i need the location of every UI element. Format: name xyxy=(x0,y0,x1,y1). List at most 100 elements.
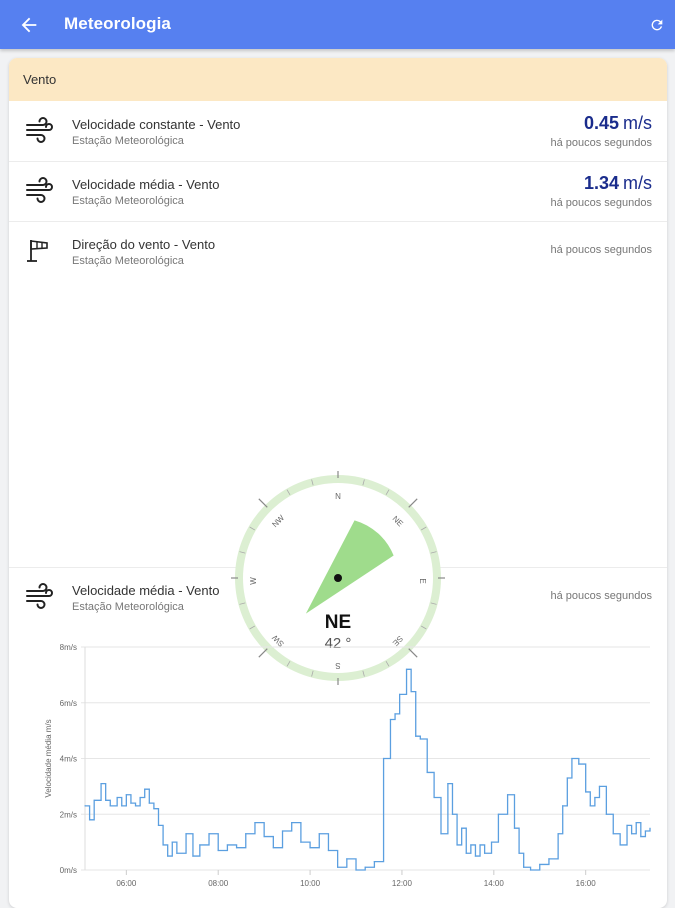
sensor-time: há poucos segundos xyxy=(550,137,652,149)
data-point xyxy=(557,833,559,835)
data-point xyxy=(513,827,516,829)
wind-card: Vento Velocidade constante - Vento Estaç… xyxy=(9,58,667,908)
data-point xyxy=(523,866,525,868)
app-bar: Meteorologia xyxy=(0,0,675,49)
data-point xyxy=(144,788,146,790)
data-point xyxy=(355,869,357,871)
section-title: Vento xyxy=(23,72,57,87)
wind-icon xyxy=(26,117,53,143)
arrow-left-icon[interactable] xyxy=(18,14,40,36)
data-point xyxy=(566,777,568,779)
data-point xyxy=(399,693,401,695)
data-point xyxy=(585,791,587,793)
data-point xyxy=(497,813,500,815)
y-tick-label: 8m/s xyxy=(60,643,77,652)
data-point xyxy=(84,805,86,807)
data-point xyxy=(440,833,442,835)
data-point xyxy=(461,827,463,829)
data-point xyxy=(254,822,256,824)
chart-sensor-time: há poucos segundos xyxy=(550,590,652,602)
data-point xyxy=(451,813,454,815)
wind-speed-chart[interactable]: 0m/s 2m/s 4m/s 6m/s 8m/s 06:00 08:00 10:00 12:00… xyxy=(25,633,655,888)
sensor-row-constant-speed[interactable]: Velocidade constante - Vento Estação Met… xyxy=(9,101,667,162)
data-point xyxy=(130,802,132,804)
data-point xyxy=(470,844,472,846)
refresh-icon[interactable] xyxy=(649,17,665,33)
y-axis-label: Velocidade média m/s xyxy=(44,719,53,797)
data-point xyxy=(171,841,173,843)
data-point xyxy=(447,782,449,785)
data-point xyxy=(626,824,628,826)
data-point xyxy=(235,847,238,849)
sensor-source: Estação Meteorológica xyxy=(72,195,184,207)
x-tick-label: 06:00 xyxy=(116,879,137,888)
data-point xyxy=(167,855,169,857)
data-point xyxy=(539,863,541,866)
y-tick-label: 4m/s xyxy=(60,755,77,764)
data-point xyxy=(644,830,647,832)
data-point xyxy=(176,852,178,854)
data-point xyxy=(382,757,385,760)
data-point xyxy=(185,833,187,835)
data-point xyxy=(589,805,591,807)
data-point xyxy=(121,805,123,807)
sensor-time: há poucos segundos xyxy=(550,197,652,209)
wind-icon xyxy=(26,177,53,203)
sensor-name: Velocidade média - Vento xyxy=(72,177,220,192)
sensor-name: Direção do vento - Vento xyxy=(72,237,216,252)
data-point xyxy=(162,844,164,846)
data-point xyxy=(109,805,111,807)
data-point xyxy=(426,771,428,774)
data-point xyxy=(410,691,412,693)
value-unit: m/s xyxy=(623,173,652,193)
data-point xyxy=(484,852,486,854)
sensor-row-average-speed[interactable]: Velocidade média - Vento Estação Meteoro… xyxy=(9,161,667,222)
data-point xyxy=(405,668,408,670)
data-point xyxy=(272,847,274,849)
data-point xyxy=(134,805,137,807)
data-point xyxy=(281,830,284,832)
data-point xyxy=(578,763,580,765)
data-point xyxy=(465,852,467,854)
sensor-source: Estação Meteorológica xyxy=(72,135,184,147)
data-point xyxy=(245,833,247,835)
data-point xyxy=(490,841,493,843)
data-point xyxy=(649,827,651,829)
data-point xyxy=(389,718,392,721)
data-point xyxy=(199,844,201,846)
data-point xyxy=(192,855,194,857)
windsock-icon xyxy=(27,240,48,262)
data-point xyxy=(635,822,637,824)
compass-label-n: N xyxy=(335,492,341,501)
data-point xyxy=(125,794,127,796)
data-point xyxy=(300,841,302,843)
data-point xyxy=(594,796,596,799)
data-point xyxy=(309,847,311,849)
data-point xyxy=(217,849,219,852)
data-point xyxy=(456,844,458,846)
data-point xyxy=(474,855,477,857)
data-point xyxy=(100,782,102,785)
data-point xyxy=(93,799,95,801)
value-number: 1.34 xyxy=(583,173,619,193)
sensor-value: 0.45 m/s xyxy=(584,113,652,134)
y-tick-label: 6m/s xyxy=(60,699,77,708)
data-point xyxy=(226,844,228,846)
compass-tick xyxy=(408,498,418,508)
chart-sensor-source: Estação Meteorológica xyxy=(72,601,184,613)
data-point xyxy=(619,844,621,846)
sensor-time: há poucos segundos xyxy=(550,244,652,256)
data-point xyxy=(507,794,509,796)
sensor-row-wind-direction[interactable]: Direção do vento - Vento Estação Meteoro… xyxy=(9,221,667,685)
data-point xyxy=(479,844,481,846)
data-point xyxy=(562,805,564,807)
value-unit: m/s xyxy=(623,113,652,133)
data-point xyxy=(153,808,155,810)
data-point xyxy=(433,796,435,799)
y-tick-label: 2m/s xyxy=(60,810,77,819)
data-point xyxy=(571,757,573,760)
data-point xyxy=(263,835,265,838)
data-point xyxy=(631,833,633,835)
series-line-0 xyxy=(85,668,651,871)
data-point xyxy=(139,796,141,799)
